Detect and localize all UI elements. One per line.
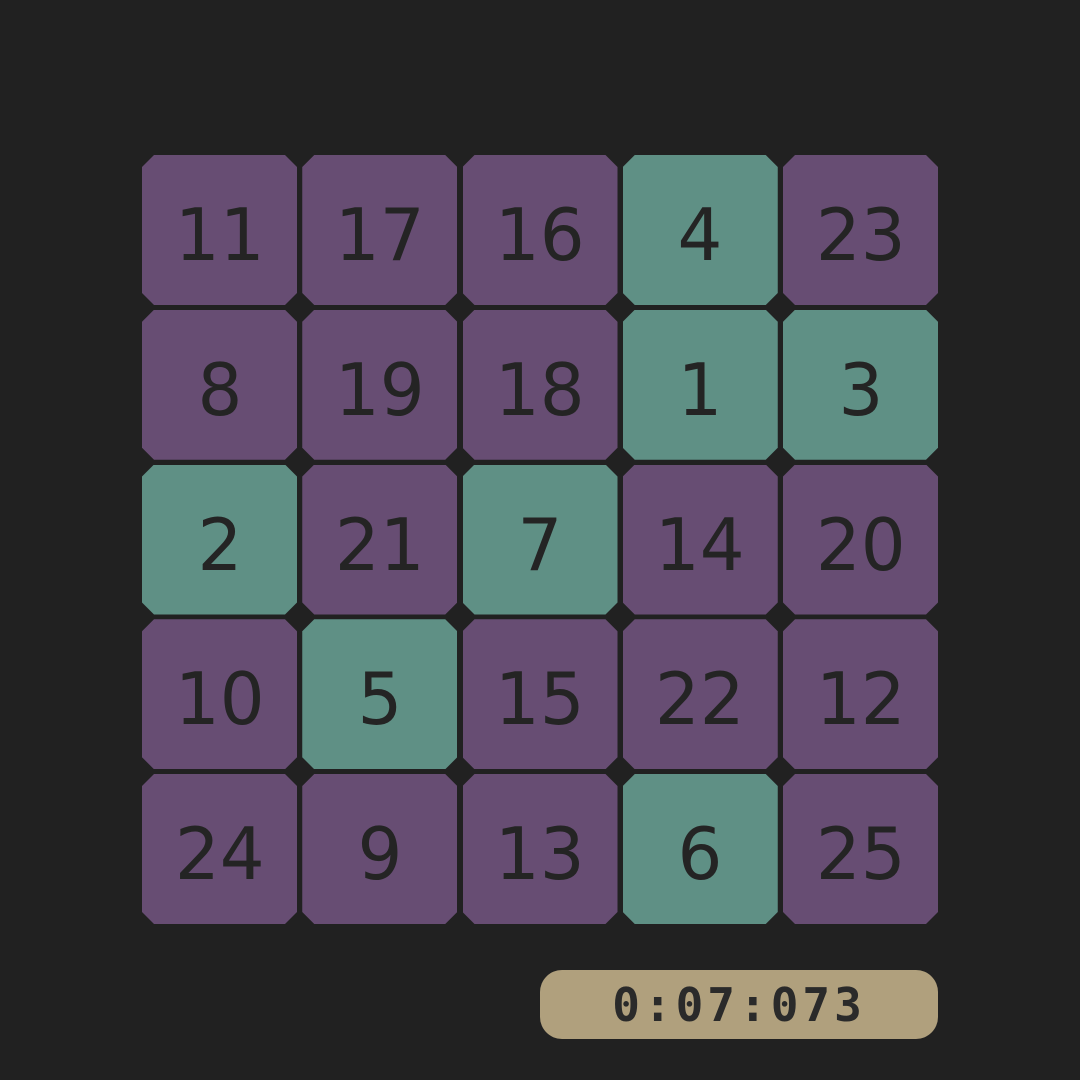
tile-17[interactable]: 17 [302,155,457,305]
tile-number: 20 [815,502,906,587]
tile-number: 22 [655,657,746,742]
tile-number: 11 [174,193,265,277]
tile-number: 6 [677,812,723,896]
tile-24[interactable]: 24 [142,774,297,924]
tile-14[interactable]: 14 [623,465,778,615]
tile-4[interactable]: 4 [623,155,778,305]
tile-number: 5 [357,657,403,742]
tile-number: 10 [174,657,265,742]
tile-2[interactable]: 2 [142,465,297,615]
tile-1[interactable]: 1 [623,310,778,460]
tile-3[interactable]: 3 [783,310,938,460]
tile-number: 24 [174,812,265,896]
tile-number: 25 [815,812,906,896]
tile-number: 15 [495,657,585,742]
tile-number: 12 [815,657,906,742]
tile-20[interactable]: 20 [783,465,938,615]
tile-number: 23 [815,193,906,277]
tile-18[interactable]: 18 [463,310,618,460]
tile-5[interactable]: 5 [302,619,457,769]
tile-grid: 11 17 16 4 23 8 19 18 1 3 2 21 7 14 20 10 5 15 22 12 24 9 13 6 2… [142,155,938,924]
tile-13[interactable]: 13 [463,774,618,924]
tile-23[interactable]: 23 [783,155,938,305]
tile-8[interactable]: 8 [142,310,297,460]
tile-number: 16 [495,193,585,277]
tile-number: 4 [677,193,723,277]
tile-9[interactable]: 9 [302,774,457,924]
tile-19[interactable]: 19 [302,310,457,460]
tile-16[interactable]: 16 [463,155,618,305]
tile-11[interactable]: 11 [142,155,297,305]
tile-number: 13 [495,812,585,896]
tile-number: 7 [517,502,563,587]
tile-number: 9 [357,812,403,896]
timer-display: 0:07:073 [540,970,938,1039]
tile-10[interactable]: 10 [142,619,297,769]
tile-7[interactable]: 7 [463,465,618,615]
tile-number: 8 [197,347,242,432]
tile-number: 18 [495,347,585,432]
tile-12[interactable]: 12 [783,619,938,769]
tile-number: 17 [334,193,425,277]
tile-number: 19 [334,347,425,432]
tile-number: 2 [197,502,242,587]
tile-15[interactable]: 15 [463,619,618,769]
tile-number: 21 [334,502,425,587]
tile-number: 14 [655,502,746,587]
tile-number: 1 [677,347,723,432]
tile-22[interactable]: 22 [623,619,778,769]
tile-number: 3 [838,347,883,432]
tile-25[interactable]: 25 [783,774,938,924]
tile-21[interactable]: 21 [302,465,457,615]
tile-6[interactable]: 6 [623,774,778,924]
timer-value: 0:07:073 [612,977,866,1032]
game-screen: 11 17 16 4 23 8 19 18 1 3 2 21 7 14 20 10 5 15 22 12 24 9 13 6 2… [0,0,1080,1080]
